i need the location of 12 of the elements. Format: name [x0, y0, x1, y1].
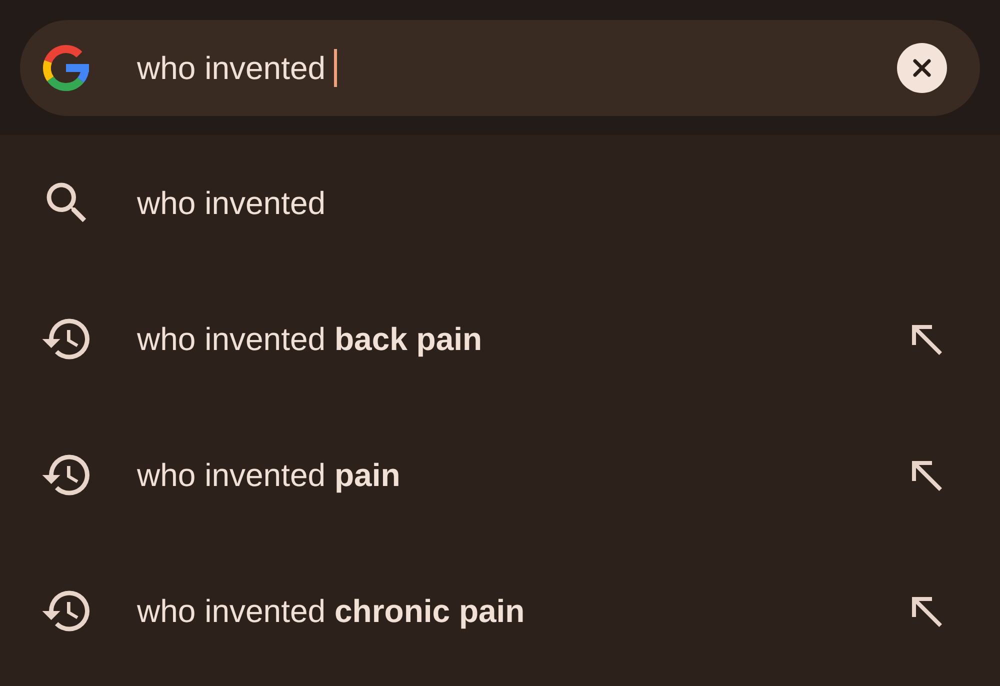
suggestion-text: who invented pain — [137, 456, 402, 495]
suggestion-item[interactable]: who invented back pain — [0, 271, 1000, 407]
clear-button[interactable] — [897, 42, 947, 92]
suggestion-item[interactable]: who invented pain — [0, 407, 1000, 543]
suggestion-text: who invented — [137, 184, 327, 223]
suggestion-item[interactable]: who invented — [0, 135, 1000, 271]
search-bar[interactable]: who invented — [20, 20, 980, 116]
g-logo-icon — [42, 44, 90, 92]
suggestion-item[interactable]: who invented chronic pain — [0, 543, 1000, 679]
suggestion-text: who invented back pain — [137, 320, 484, 359]
suggestion-text: who invented chronic pain — [137, 592, 526, 631]
search-input[interactable]: who invented — [137, 44, 326, 92]
